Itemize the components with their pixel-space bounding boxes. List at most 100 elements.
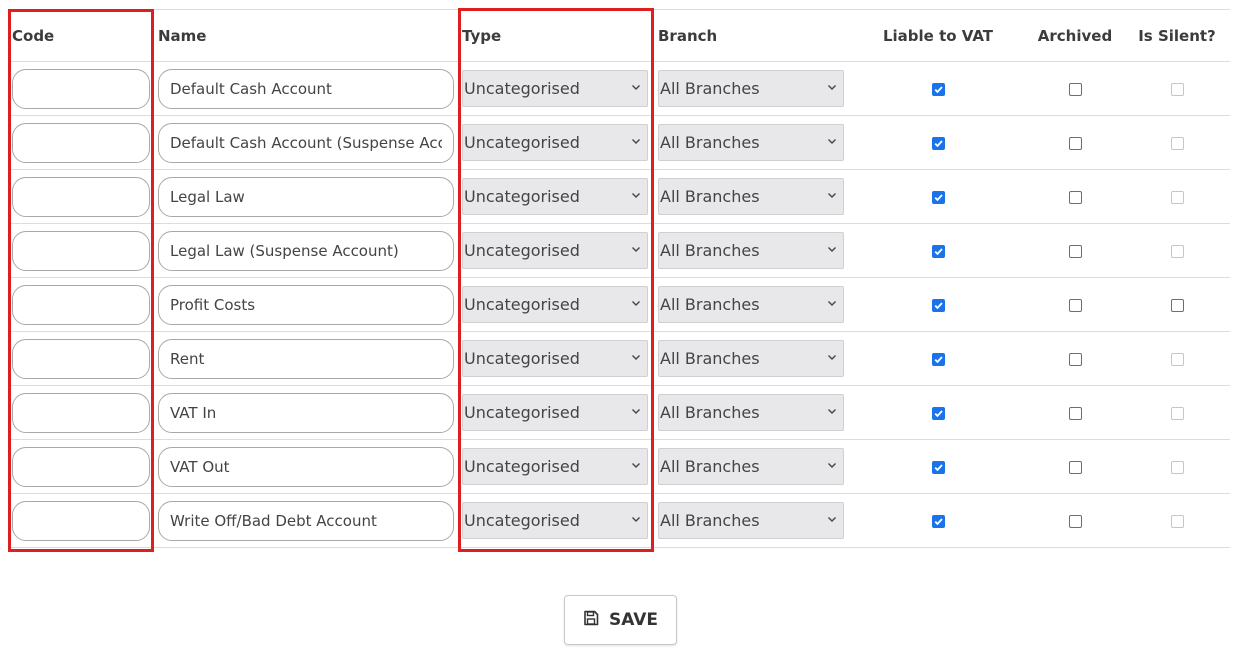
branch-select[interactable]: All Branches xyxy=(658,340,844,377)
archived-checkbox[interactable] xyxy=(1068,407,1082,420)
archived-checkbox[interactable] xyxy=(1068,461,1082,474)
name-cell xyxy=(154,116,458,170)
liable-to-vat-checkbox[interactable] xyxy=(931,191,945,204)
is-silent-checkbox xyxy=(1170,191,1184,204)
name-input[interactable] xyxy=(158,446,454,487)
is-silent-cell xyxy=(1124,224,1230,278)
type-select[interactable]: Uncategorised xyxy=(462,70,648,107)
type-cell: Uncategorised xyxy=(458,332,654,386)
branch-cell: All Branches xyxy=(654,332,850,386)
liable-to-vat-cell xyxy=(850,332,1026,386)
type-cell: Uncategorised xyxy=(458,62,654,116)
code-input[interactable] xyxy=(12,446,150,487)
archived-checkbox[interactable] xyxy=(1068,515,1082,528)
code-input[interactable] xyxy=(12,230,150,271)
branch-select[interactable]: All Branches xyxy=(658,232,844,269)
save-button[interactable]: SAVE xyxy=(564,595,677,645)
archived-checkbox[interactable] xyxy=(1068,245,1082,258)
table-row: Uncategorised All Branches xyxy=(8,493,1230,548)
branch-cell: All Branches xyxy=(654,278,850,332)
name-input[interactable] xyxy=(158,176,454,217)
floppy-disk-icon xyxy=(583,610,599,631)
liable-to-vat-checkbox[interactable] xyxy=(931,299,945,312)
archived-checkbox[interactable] xyxy=(1068,137,1082,150)
is-silent-cell xyxy=(1124,440,1230,494)
name-cell xyxy=(154,494,458,548)
liable-to-vat-cell xyxy=(850,386,1026,440)
branch-select-value: All Branches xyxy=(660,187,760,206)
is-silent-checkbox xyxy=(1170,83,1184,96)
type-cell: Uncategorised xyxy=(458,386,654,440)
archived-checkbox[interactable] xyxy=(1068,191,1082,204)
table-row: Uncategorised All Branches xyxy=(8,169,1230,224)
code-input[interactable] xyxy=(12,500,150,541)
branch-cell: All Branches xyxy=(654,494,850,548)
code-cell xyxy=(8,278,154,332)
code-cell xyxy=(8,116,154,170)
is-silent-cell xyxy=(1124,278,1230,332)
type-select[interactable]: Uncategorised xyxy=(462,340,648,377)
branch-select[interactable]: All Branches xyxy=(658,178,844,215)
archived-cell xyxy=(1026,386,1124,440)
table-row: Uncategorised All Branches xyxy=(8,61,1230,116)
branch-select[interactable]: All Branches xyxy=(658,502,844,539)
branch-cell: All Branches xyxy=(654,62,850,116)
code-input[interactable] xyxy=(12,338,150,379)
code-cell xyxy=(8,62,154,116)
code-input[interactable] xyxy=(12,68,150,109)
branch-select[interactable]: All Branches xyxy=(658,70,844,107)
archived-checkbox[interactable] xyxy=(1068,83,1082,96)
accounts-table-wrapper: Code Name Type Branch Liable to VAT Arch… xyxy=(8,9,1230,548)
liable-to-vat-cell xyxy=(850,224,1026,278)
name-input[interactable] xyxy=(158,500,454,541)
liable-to-vat-checkbox[interactable] xyxy=(931,407,945,420)
type-select-value: Uncategorised xyxy=(464,241,580,260)
name-cell xyxy=(154,278,458,332)
type-select[interactable]: Uncategorised xyxy=(462,232,648,269)
type-select[interactable]: Uncategorised xyxy=(462,178,648,215)
type-select[interactable]: Uncategorised xyxy=(462,448,648,485)
code-input[interactable] xyxy=(12,176,150,217)
type-select[interactable]: Uncategorised xyxy=(462,394,648,431)
type-select-value: Uncategorised xyxy=(464,295,580,314)
header-code: Code xyxy=(12,26,55,45)
liable-to-vat-checkbox[interactable] xyxy=(931,245,945,258)
branch-select[interactable]: All Branches xyxy=(658,448,844,485)
type-select[interactable]: Uncategorised xyxy=(462,124,648,161)
branch-select[interactable]: All Branches xyxy=(658,394,844,431)
name-input[interactable] xyxy=(158,230,454,271)
code-input[interactable] xyxy=(12,122,150,163)
name-input[interactable] xyxy=(158,338,454,379)
is-silent-checkbox xyxy=(1170,245,1184,258)
header-branch: Branch xyxy=(658,26,718,45)
name-input[interactable] xyxy=(158,68,454,109)
is-silent-checkbox[interactable] xyxy=(1170,299,1184,312)
liable-to-vat-checkbox[interactable] xyxy=(931,461,945,474)
branch-select-value: All Branches xyxy=(660,295,760,314)
name-input[interactable] xyxy=(158,284,454,325)
type-cell: Uncategorised xyxy=(458,116,654,170)
is-silent-checkbox xyxy=(1170,461,1184,474)
table-row: Uncategorised All Branches xyxy=(8,331,1230,386)
liable-to-vat-cell xyxy=(850,62,1026,116)
liable-to-vat-cell xyxy=(850,494,1026,548)
code-input[interactable] xyxy=(12,284,150,325)
name-input[interactable] xyxy=(158,122,454,163)
liable-to-vat-checkbox[interactable] xyxy=(931,137,945,150)
code-cell xyxy=(8,440,154,494)
name-input[interactable] xyxy=(158,392,454,433)
header-type: Type xyxy=(462,26,502,45)
type-select[interactable]: Uncategorised xyxy=(462,502,648,539)
name-cell xyxy=(154,332,458,386)
code-input[interactable] xyxy=(12,392,150,433)
liable-to-vat-checkbox[interactable] xyxy=(931,83,945,96)
branch-cell: All Branches xyxy=(654,386,850,440)
branch-select[interactable]: All Branches xyxy=(658,124,844,161)
name-cell xyxy=(154,224,458,278)
liable-to-vat-checkbox[interactable] xyxy=(931,353,945,366)
liable-to-vat-checkbox[interactable] xyxy=(931,515,945,528)
branch-select[interactable]: All Branches xyxy=(658,286,844,323)
type-select[interactable]: Uncategorised xyxy=(462,286,648,323)
archived-checkbox[interactable] xyxy=(1068,299,1082,312)
archived-checkbox[interactable] xyxy=(1068,353,1082,366)
